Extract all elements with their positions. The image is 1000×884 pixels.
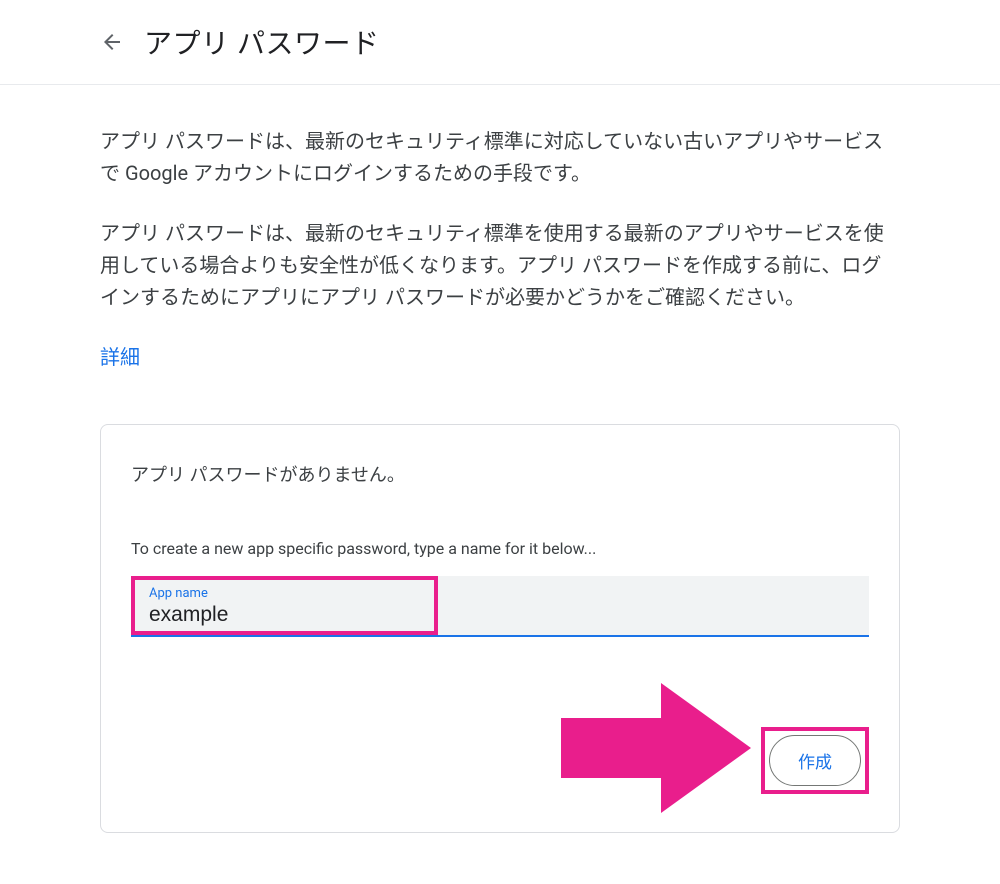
app-name-input-wrapper: App name (131, 576, 869, 637)
app-name-label: App name (149, 586, 420, 601)
main-content: アプリ パスワードは、最新のセキュリティ標準に対応していない古いアプリやサービス… (0, 85, 1000, 833)
back-arrow-icon[interactable] (100, 30, 124, 54)
app-password-card: アプリ パスワードがありません。 To create a new app spe… (100, 424, 900, 833)
card-status-text: アプリ パスワードがありません。 (131, 461, 869, 487)
description-paragraph-2: アプリ パスワードは、最新のセキュリティ標準を使用する最新のアプリやサービスを使… (100, 217, 900, 313)
create-button[interactable]: 作成 (769, 735, 861, 786)
app-name-input[interactable] (149, 603, 420, 627)
description-paragraph-1: アプリ パスワードは、最新のセキュリティ標準に対応していない古いアプリやサービス… (100, 125, 900, 189)
page-title: アプリ パスワード (144, 22, 379, 62)
annotation-highlight-input: App name (131, 576, 438, 635)
annotation-arrow-icon (561, 683, 751, 813)
page-header: アプリ パスワード (0, 0, 1000, 85)
card-instruction-text: To create a new app specific password, t… (131, 539, 869, 558)
learn-more-link[interactable]: 詳細 (100, 341, 140, 370)
annotation-highlight-button: 作成 (761, 727, 869, 794)
action-row: 作成 (131, 727, 869, 794)
